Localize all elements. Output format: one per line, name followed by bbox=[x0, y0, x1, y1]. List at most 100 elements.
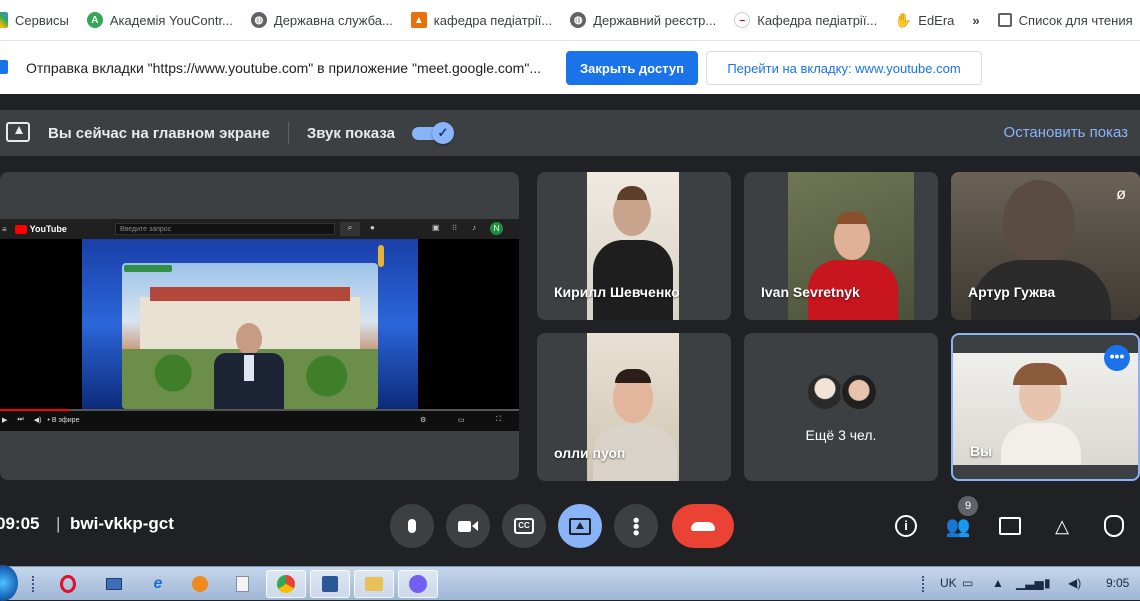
people-button[interactable]: 👥 9 bbox=[944, 496, 978, 540]
taskbar-network[interactable] bbox=[94, 570, 134, 598]
media-player-icon bbox=[192, 576, 208, 592]
apps-grid-icon: ⁝⁝ bbox=[452, 223, 458, 232]
mic-icon bbox=[408, 519, 416, 533]
meeting-time: 09:05 bbox=[0, 514, 40, 533]
activities-icon: △ bbox=[1055, 515, 1069, 536]
bookmark-label: EdEra bbox=[918, 12, 955, 28]
bookmark-pediatrics-2[interactable]: – Кафедра педіатрії... bbox=[734, 12, 877, 28]
taskbar-notepad[interactable] bbox=[222, 570, 262, 598]
info-button[interactable]: i bbox=[892, 512, 920, 540]
folder-icon bbox=[365, 577, 383, 591]
bookmark-edera[interactable]: ✋ EdEra bbox=[895, 12, 955, 28]
more-options-button[interactable]: ••• bbox=[1104, 345, 1130, 371]
participant-tile[interactable]: Ivan Sevretnyk bbox=[744, 172, 938, 320]
mic-button[interactable] bbox=[390, 504, 434, 548]
taskbar-word[interactable] bbox=[310, 570, 350, 598]
language-indicator[interactable]: UK bbox=[940, 576, 957, 590]
bookmark-label: Державний реєстр... bbox=[593, 12, 717, 28]
mic-icon: ● bbox=[370, 223, 375, 232]
bookmark-label: Кафедра педіатрії... bbox=[757, 12, 878, 28]
notification-message: Отправка вкладки "https://www.youtube.co… bbox=[26, 59, 541, 76]
present-screen-icon bbox=[6, 122, 30, 142]
stop-sharing-button[interactable]: Закрыть доступ bbox=[566, 51, 698, 85]
computer-icon bbox=[106, 578, 122, 590]
tray-grip bbox=[922, 576, 928, 592]
ie-icon: e bbox=[153, 575, 163, 592]
participant-name: Ivan Sevretnyk bbox=[761, 284, 860, 300]
present-icon bbox=[569, 517, 591, 535]
shared-screen-tile[interactable]: ≡ YouTube Введите запрос ⌕ ● ▣ ⁝⁝ ♪ N ▶ … bbox=[0, 172, 519, 480]
stop-presenting-link[interactable]: Остановить показ bbox=[1004, 124, 1128, 141]
captions-button[interactable]: CC bbox=[502, 504, 546, 548]
taskbar-clock[interactable]: 9:05 bbox=[1106, 576, 1129, 590]
more-options-button[interactable]: ••• bbox=[614, 504, 658, 548]
participant-tile[interactable]: ø Артур Гужва bbox=[951, 172, 1140, 320]
bookmarks-more-button[interactable]: » bbox=[972, 13, 979, 28]
show-hidden-icons[interactable]: ▲ bbox=[992, 576, 1004, 590]
bookmark-registry[interactable]: ◍ Державний реєстр... bbox=[570, 12, 716, 28]
people-icon: 👥 bbox=[945, 515, 971, 538]
windows-taskbar: e UK ▭ ▲ ▁▃▅ ▮ ◀) 9:05 bbox=[0, 565, 1140, 601]
self-tile[interactable]: ••• Вы bbox=[951, 333, 1140, 481]
settings-icon[interactable]: ⚙ bbox=[420, 416, 426, 424]
presenting-status: Вы сейчас на главном экране bbox=[48, 124, 270, 142]
chrome-icon bbox=[277, 575, 295, 593]
youtube-search-input[interactable]: Введите запрос bbox=[115, 223, 335, 235]
user-folder-icon: ▲ bbox=[410, 12, 427, 28]
taskbar-explorer[interactable] bbox=[354, 570, 394, 598]
bookmark-youcontrol[interactable]: A Академія YouContr... bbox=[86, 12, 233, 28]
mic-off-icon: ø bbox=[1116, 186, 1126, 203]
youtube-progress[interactable] bbox=[0, 409, 519, 411]
participant-count-badge: 9 bbox=[958, 496, 978, 516]
search-icon: ⌕ bbox=[340, 222, 360, 236]
play-icon[interactable]: ▶ bbox=[2, 416, 7, 424]
bookmark-derzhsluzhba[interactable]: ◍ Державна служба... bbox=[250, 12, 393, 28]
more-vert-icon: ••• bbox=[626, 516, 646, 536]
taskbar-opera[interactable] bbox=[48, 570, 88, 598]
youtube-controls: ▶ ⏭ ◀) • В эфире ⚙ ▭ ⛶ bbox=[0, 409, 519, 431]
create-icon: ▣ bbox=[432, 223, 440, 232]
opera-icon bbox=[60, 575, 76, 593]
taskbar-chrome[interactable] bbox=[266, 570, 306, 598]
speaker-icon[interactable]: ◀) bbox=[1068, 576, 1081, 590]
reading-list-icon bbox=[997, 13, 1012, 27]
building-roof bbox=[150, 287, 350, 301]
more-participants-tile[interactable]: Ещё 3 чел. bbox=[744, 333, 938, 481]
divider bbox=[287, 122, 289, 144]
menu-icon: ≡ bbox=[2, 224, 7, 234]
audio-toggle[interactable]: ✓ bbox=[412, 122, 454, 144]
bell-icon: ♪ bbox=[472, 223, 476, 232]
fullscreen-icon[interactable]: ⛶ bbox=[496, 416, 501, 424]
start-button[interactable] bbox=[0, 565, 18, 601]
taskbar-media[interactable] bbox=[180, 570, 220, 598]
host-controls-button[interactable] bbox=[1100, 512, 1128, 540]
live-label: • В эфире bbox=[47, 416, 80, 424]
video-frame bbox=[82, 239, 418, 409]
meeting-code: bwi-vkkp-gct bbox=[70, 514, 174, 533]
switch-tab-button[interactable]: Перейти на вкладку: www.youtube.com bbox=[706, 51, 982, 85]
bookmark-label: Державна служба... bbox=[273, 12, 393, 28]
video-content bbox=[122, 263, 378, 409]
taskbar-viber[interactable] bbox=[398, 570, 438, 598]
camera-icon bbox=[458, 520, 471, 532]
next-icon[interactable]: ⏭ bbox=[17, 416, 23, 424]
bookmark-services[interactable]: Сервисы bbox=[0, 12, 69, 28]
theater-icon[interactable]: ▭ bbox=[458, 416, 465, 424]
taskbar-ie[interactable]: e bbox=[138, 570, 178, 598]
youtube-topbar: ≡ YouTube Введите запрос ⌕ ● ▣ ⁝⁝ ♪ N bbox=[0, 219, 519, 239]
end-call-button[interactable] bbox=[672, 504, 734, 548]
volume-icon[interactable]: ◀) bbox=[34, 416, 42, 424]
bookmark-pediatrics[interactable]: ▲ кафедра педіатрії... bbox=[410, 12, 552, 28]
participant-tile[interactable]: олли пуоп bbox=[537, 333, 731, 481]
chat-button[interactable] bbox=[996, 512, 1024, 540]
camera-button[interactable] bbox=[446, 504, 490, 548]
activities-button[interactable]: △ bbox=[1048, 512, 1076, 540]
participant-avatar bbox=[806, 373, 844, 411]
signal-icon: ▁▃▅ bbox=[1016, 576, 1044, 590]
present-button[interactable] bbox=[558, 504, 602, 548]
check-icon: ✓ bbox=[432, 122, 454, 144]
speaker-figure bbox=[214, 323, 284, 409]
word-icon bbox=[322, 576, 338, 592]
reading-list[interactable]: Список для чтения bbox=[997, 13, 1133, 28]
participant-tile[interactable]: Кирилл Шевченко bbox=[537, 172, 731, 320]
